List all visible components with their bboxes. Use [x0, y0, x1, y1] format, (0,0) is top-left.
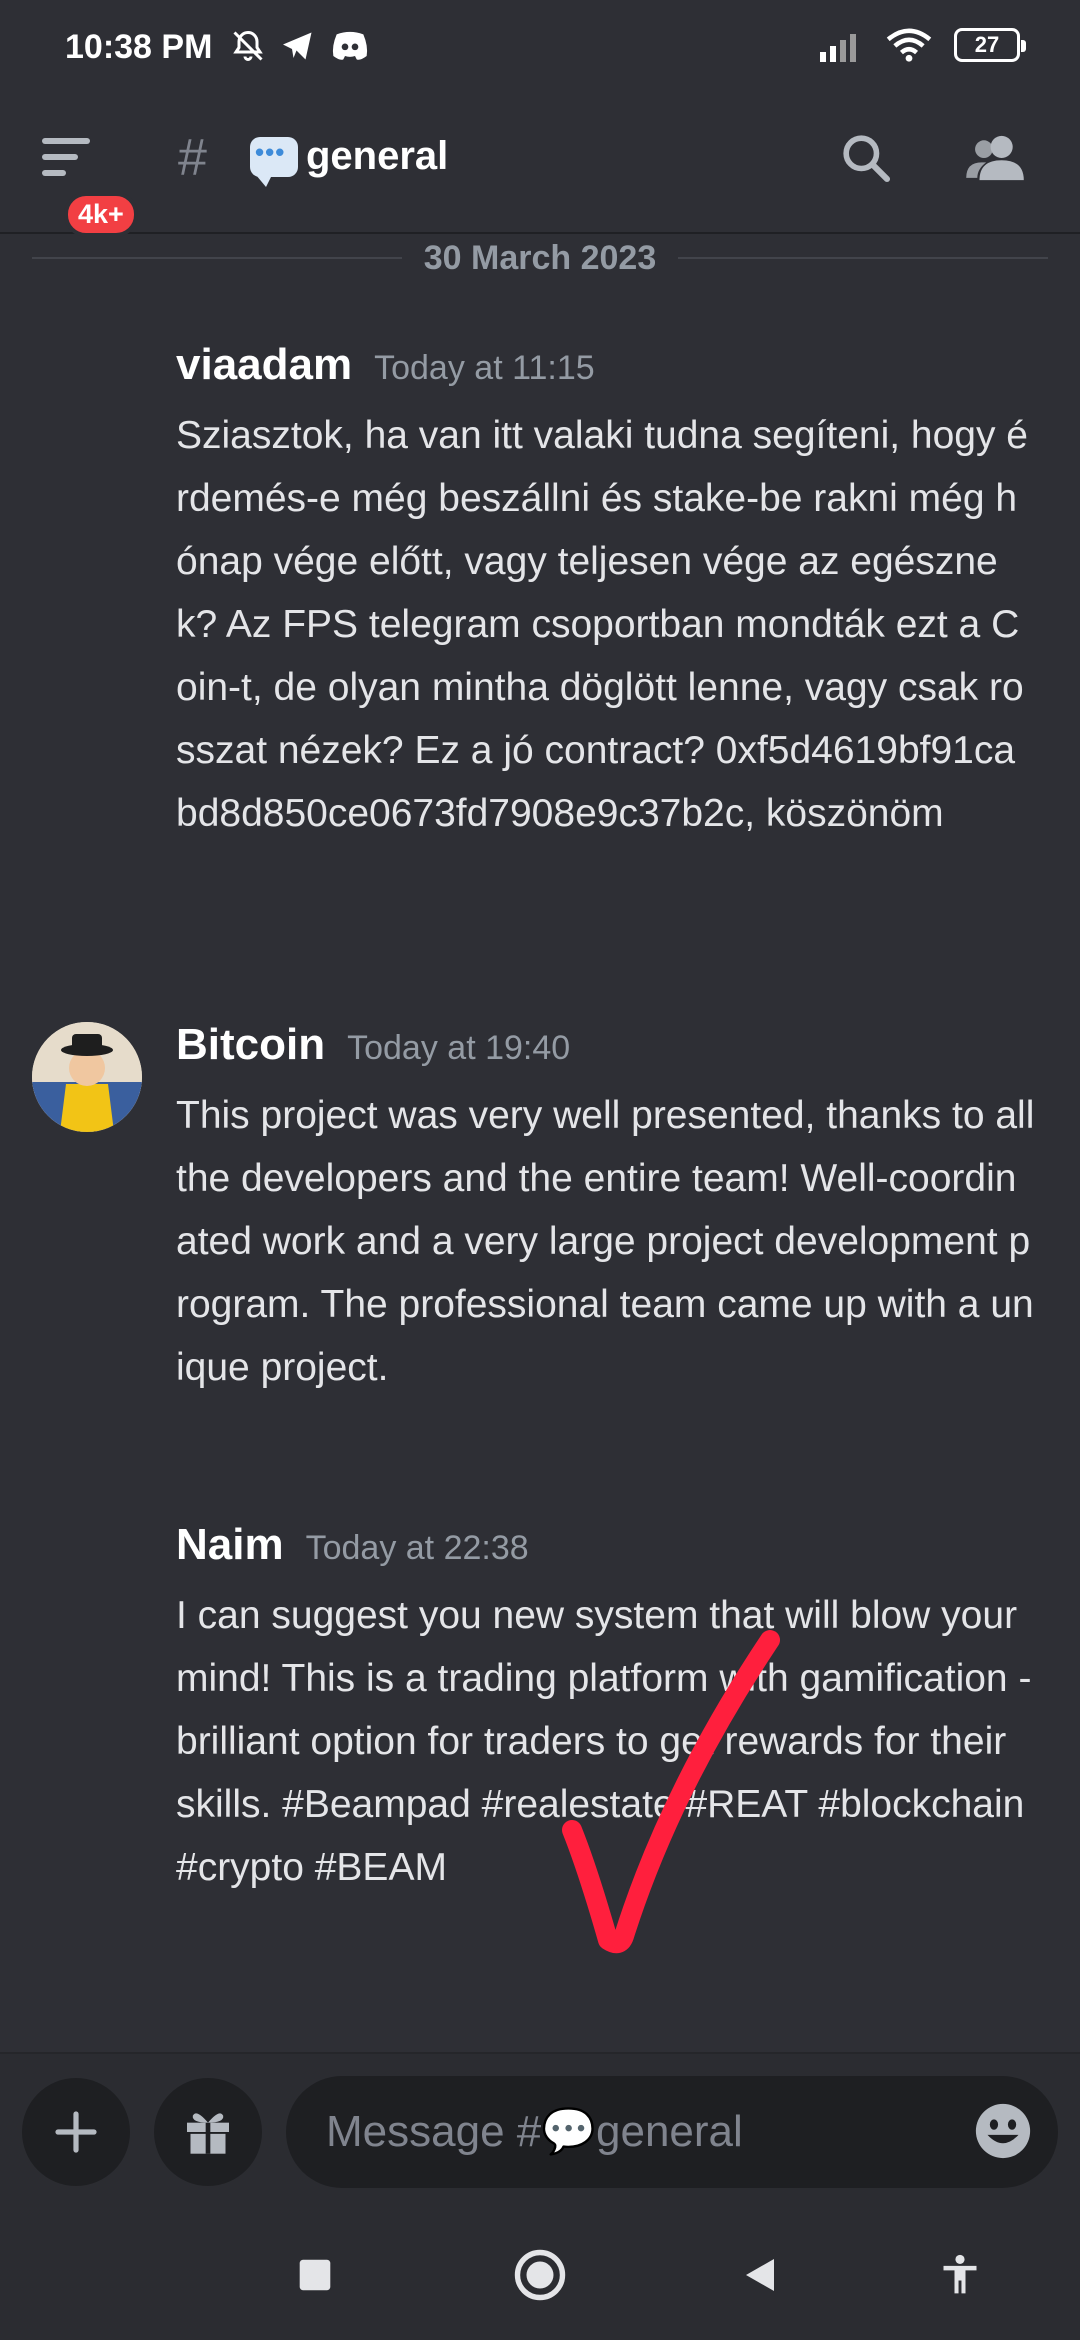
- search-icon: [843, 135, 891, 183]
- message-text: This project was very well presented, th…: [176, 1094, 1035, 1389]
- system-nav-bar: [0, 2206, 1080, 2340]
- discord-icon: [332, 31, 368, 60]
- members-icon: [966, 135, 1024, 181]
- attach-button[interactable]: [22, 2078, 130, 2186]
- battery-icon: 27: [954, 28, 1026, 62]
- channel-title[interactable]: general: [250, 134, 449, 187]
- message-item[interactable]: Naim Today at 22:38 I can suggest you ne…: [0, 1510, 1080, 1970]
- message-item[interactable]: viaadam Today at 11:15 Sziasztok, ha van…: [0, 330, 1080, 970]
- accessibility-icon: [943, 2254, 977, 2294]
- message-item[interactable]: Bitcoin Today at 19:40 This project was …: [0, 1010, 1080, 1470]
- back-button[interactable]: [725, 2240, 795, 2310]
- recents-icon: [299, 2259, 331, 2291]
- message-author[interactable]: Bitcoin: [176, 1020, 325, 1070]
- channels-menu-icon: [42, 138, 90, 176]
- message-timestamp: Today at 11:15: [374, 349, 595, 387]
- message-text: Sziasztok, ha van itt valaki tudna segít…: [176, 414, 1029, 835]
- message-timestamp: Today at 19:40: [347, 1029, 571, 1067]
- telegram-icon: [283, 32, 312, 60]
- wifi-icon: [886, 28, 932, 62]
- members-button[interactable]: [964, 130, 1030, 200]
- message-timestamp: Today at 22:38: [305, 1529, 529, 1567]
- mute-bell-icon: [233, 30, 263, 61]
- message-author[interactable]: Naim: [176, 1520, 284, 1570]
- date-divider: 30 March 2023: [32, 234, 1048, 282]
- date-divider-label: 30 March 2023: [423, 238, 657, 277]
- home-button[interactable]: [505, 2240, 575, 2310]
- channel-name: general: [306, 134, 449, 178]
- speech-bubble-icon: [250, 136, 298, 187]
- status-icons-left: [230, 28, 370, 64]
- gift-icon: [187, 2113, 229, 2154]
- emoji-icon: [975, 2103, 1031, 2159]
- message-author[interactable]: viaadam: [176, 340, 352, 390]
- message-header: viaadam Today at 11:15: [176, 340, 595, 390]
- divider-line: [678, 257, 1048, 259]
- divider-line: [32, 257, 402, 259]
- status-bar: 10:38 PM 27: [0, 0, 1080, 96]
- accessibility-button[interactable]: [925, 2240, 995, 2310]
- channel-header: 4k+ # general: [0, 96, 1080, 237]
- status-time: 10:38 PM: [65, 28, 213, 66]
- message-composer: [0, 2052, 1080, 2206]
- unread-badge: 4k+: [64, 192, 138, 237]
- recents-button[interactable]: [280, 2240, 350, 2310]
- status-icons-right: 27: [820, 28, 1026, 62]
- message-text: I can suggest you new system that will b…: [176, 1594, 1032, 1889]
- gift-button[interactable]: [154, 2078, 262, 2186]
- message-input[interactable]: [286, 2076, 1058, 2188]
- search-button[interactable]: [838, 130, 898, 200]
- home-icon: [514, 2249, 566, 2301]
- channels-menu-button[interactable]: 4k+: [42, 134, 142, 237]
- battery-level: 27: [974, 32, 1000, 57]
- avatar[interactable]: [32, 1022, 142, 1132]
- emoji-button[interactable]: [972, 2100, 1034, 2162]
- message-header: Bitcoin Today at 19:40: [176, 1020, 570, 1070]
- channel-hash-icon: #: [178, 129, 207, 187]
- back-icon: [746, 2259, 774, 2291]
- message-header: Naim Today at 22:38: [176, 1520, 529, 1570]
- plus-icon: [55, 2111, 97, 2153]
- signal-icon: [820, 34, 856, 62]
